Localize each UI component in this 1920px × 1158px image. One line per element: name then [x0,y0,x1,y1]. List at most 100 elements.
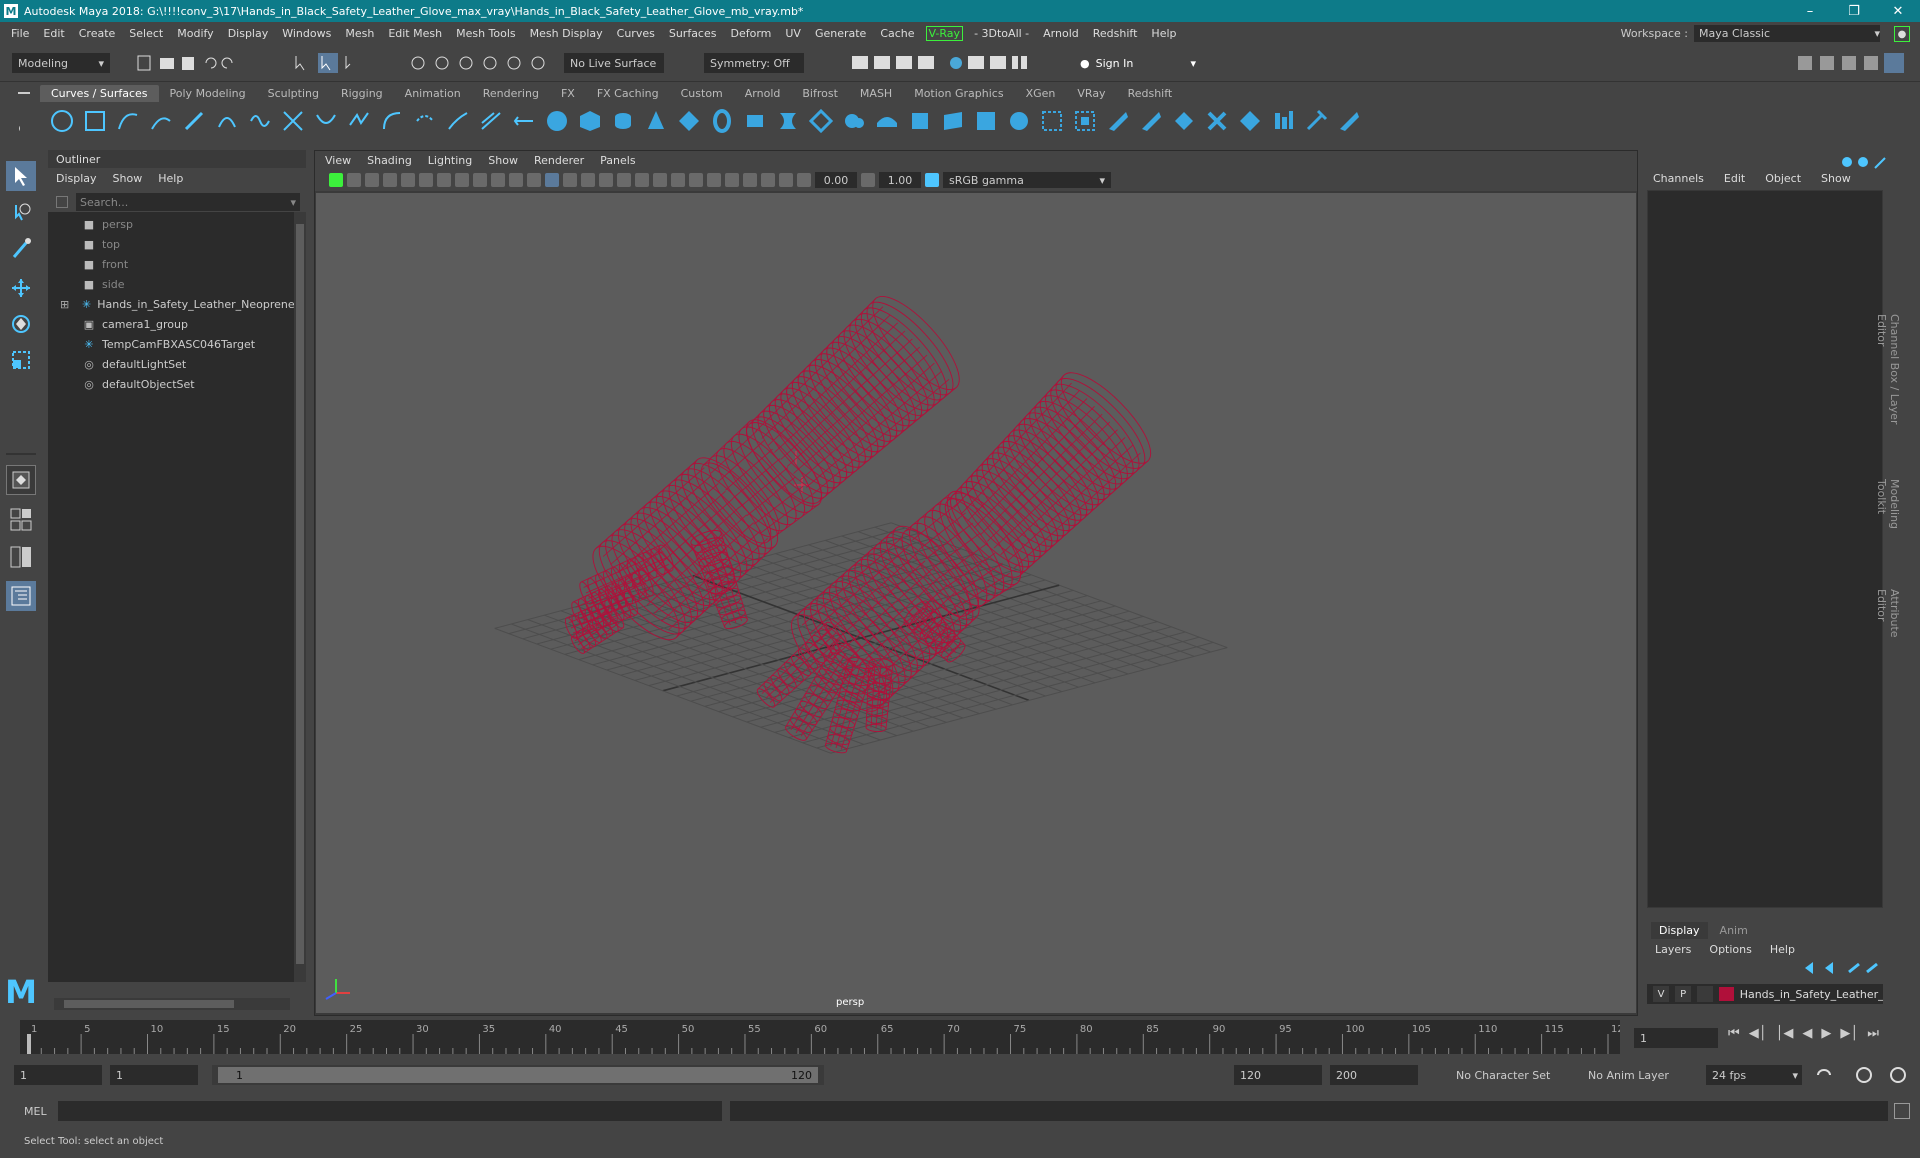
outliner-layout-icon[interactable] [6,581,36,611]
nurbs-plane-icon[interactable] [675,107,703,135]
playback-end-field[interactable]: 120 [1234,1065,1322,1085]
range-slider[interactable]: 1 120 [212,1065,824,1085]
menu-display[interactable]: Display [221,27,276,40]
layer-color-swatch[interactable] [1719,987,1734,1001]
layers-menu[interactable]: Layers [1655,943,1691,956]
bevel-icon[interactable] [972,107,1000,135]
depth-of-field-icon[interactable] [707,173,721,187]
symmetry-dropdown[interactable]: Symmetry: Off [704,53,804,73]
paint-select-tool-icon[interactable] [6,233,36,263]
layer-playback-toggle[interactable]: P [1675,986,1692,1002]
nurbs-sphere-icon[interactable] [543,107,571,135]
scrollbar-thumb[interactable] [64,1000,234,1008]
menu-uv[interactable]: UV [778,27,808,40]
outliner-item[interactable]: ◎ defaultLightSet [48,354,294,374]
modeling-toolkit-side-tab[interactable]: Modeling Toolkit [1875,479,1901,564]
attach-curve-icon[interactable] [312,107,340,135]
outliner-menu-show[interactable]: Show [113,172,143,185]
bevel-plus-icon[interactable] [1005,107,1033,135]
xray-joints-icon[interactable] [761,173,775,187]
shelf-tab-bifrost[interactable]: Bifrost [791,87,849,100]
intersect-surface-icon[interactable] [1137,107,1165,135]
viewport-scene[interactable] [316,193,1636,1013]
scrollbar-thumb[interactable] [296,224,304,964]
menu-edit[interactable]: Edit [36,27,71,40]
layer-visibility-toggle[interactable]: V [1653,986,1670,1002]
project-curve-icon[interactable] [1104,107,1132,135]
outliner-item[interactable]: ■ side [48,274,294,294]
isolate-select-icon[interactable] [725,173,739,187]
nurbs-torus-icon[interactable] [708,107,736,135]
minimize-button[interactable]: – [1788,0,1832,22]
xray-icon[interactable] [743,173,757,187]
current-frame-field[interactable]: 1 [1634,1028,1718,1048]
expand-icon[interactable]: ⊞ [60,298,69,311]
fps-dropdown[interactable]: 24 fps ▾ [1706,1065,1802,1085]
detach-surface-icon[interactable] [1203,107,1231,135]
restore-button[interactable]: ❐ [1832,0,1876,22]
play-forwards-icon[interactable]: ▶ [1821,1026,1831,1041]
safe-title-icon[interactable] [527,173,541,187]
select-tool-icon[interactable] [6,161,36,191]
shelf-tab-xgen[interactable]: XGen [1015,87,1067,100]
nurbs-cube-icon[interactable] [576,107,604,135]
play-backwards-icon[interactable]: ◀ [1802,1026,1812,1041]
intersect-curve-icon[interactable] [279,107,307,135]
viewport-menu-renderer[interactable]: Renderer [526,154,592,167]
edit-menu[interactable]: Edit [1724,172,1745,185]
menu-generate[interactable]: Generate [808,27,873,40]
attribute-editor-side-tab[interactable]: Attribute Editor [1875,589,1901,671]
camera-attributes-icon[interactable] [365,173,379,187]
trim-tool-icon[interactable] [1038,107,1066,135]
shelf-tab-rendering[interactable]: Rendering [472,87,550,100]
step-back-key-icon[interactable]: ◀│ [1749,1026,1767,1041]
tab-display[interactable]: Display [1651,922,1708,939]
resolution-gate-icon[interactable] [455,173,469,187]
channel-box-side-tab[interactable]: Channel Box / Layer Editor [1875,314,1901,455]
playback-start-field[interactable]: 1 [110,1065,198,1085]
render-icons[interactable] [850,52,1030,74]
outliner-search-input[interactable]: Search... ▾ [76,193,300,211]
outliner-item[interactable]: ■ top [48,234,294,254]
rebuild-curve-icon[interactable] [378,107,406,135]
outliner-horizontal-scrollbar[interactable] [54,998,290,1010]
single-perspective-layout-icon[interactable] [6,465,36,495]
mel-command-input[interactable] [58,1101,722,1121]
selection-mask-icons[interactable] [292,52,392,74]
menu-cache[interactable]: Cache [873,27,921,40]
textured-icon[interactable] [599,173,613,187]
menu-deform[interactable]: Deform [723,27,778,40]
menu-set-dropdown[interactable]: Modeling ▾ [12,53,110,73]
birail-icon[interactable] [873,107,901,135]
mel-label[interactable]: MEL [0,1105,58,1118]
outliner-menu-help[interactable]: Help [158,172,183,185]
four-view-layout-icon[interactable] [6,505,36,535]
wireframe-icon[interactable] [545,173,559,187]
shelf-tab-rigging[interactable]: Rigging [330,87,394,100]
viewport-menu-shading[interactable]: Shading [359,154,420,167]
scale-tool-icon[interactable] [6,345,36,375]
insert-knot-icon[interactable] [411,107,439,135]
live-surface-field[interactable]: No Live Surface [564,53,664,73]
shelf-tab-fx-caching[interactable]: FX Caching [586,87,670,100]
grid-toggle-icon[interactable] [419,173,433,187]
outliner-menu-display[interactable]: Display [56,172,97,185]
menu-arnold[interactable]: Arnold [1036,27,1086,40]
menu-create[interactable]: Create [72,27,123,40]
wireframe-on-shaded-icon[interactable] [581,173,595,187]
viewport-menu-panels[interactable]: Panels [592,154,643,167]
workspace-dropdown[interactable]: Maya Classic ▾ [1694,25,1880,42]
layer-display-type[interactable] [1697,986,1714,1002]
shelf-tab-mash[interactable]: MASH [849,87,903,100]
sculpt-tool-icon[interactable] [1302,107,1330,135]
go-to-end-icon[interactable]: ⏭ [1867,1026,1879,1041]
surface-editing-icon[interactable] [1335,107,1363,135]
safe-action-icon[interactable] [509,173,523,187]
layer-help-menu[interactable]: Help [1770,943,1795,956]
menu-windows[interactable]: Windows [275,27,338,40]
time-slider[interactable]: 1 5 10 15 20 25 30 35 40 45 50 55 60 65 70 75 80 85 90 95 10… [20,1020,1630,1054]
gamma-field[interactable]: 1.00 [879,172,921,188]
time-slider-ruler[interactable]: 1 5 10 15 20 25 30 35 40 45 50 55 60 65 70 75 80 85 90 95 10… [20,1020,1630,1054]
cv-curve-icon[interactable] [114,107,142,135]
shelf-tab-fx[interactable]: FX [550,87,586,100]
